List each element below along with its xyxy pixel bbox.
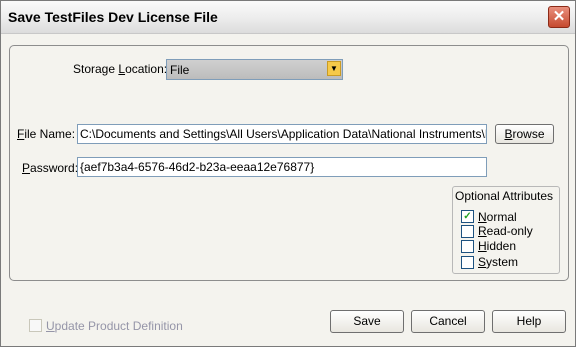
close-icon: ✕ [552,8,566,25]
normal-label: Normal [478,210,517,224]
checkmark-icon: ✓ [463,211,472,222]
read-only-checkbox[interactable] [461,225,474,238]
close-button[interactable]: ✕ [548,6,570,28]
password-label: Password: [22,161,79,175]
storage-location-label: Storage Location: [73,62,168,76]
system-checkbox[interactable] [461,256,474,269]
browse-button[interactable]: Browse [495,124,554,144]
chevron-down-icon[interactable]: ▼ [327,61,341,76]
hidden-checkbox[interactable] [461,240,474,253]
cancel-button[interactable]: Cancel [411,310,485,333]
password-input[interactable]: {aef7b3a4-6576-46d2-b23a-eeaa12e76877} [77,157,487,177]
storage-location-select[interactable]: File ▼ [166,59,343,80]
optional-attributes-title: Optional Attributes [455,189,554,203]
normal-checkbox[interactable]: ✓ [461,210,474,223]
save-license-dialog: Save TestFiles Dev License File ✕ Storag… [0,0,576,347]
dialog-title: Save TestFiles Dev License File [8,9,218,25]
read-only-label: Read-only [478,224,533,238]
help-button[interactable]: Help [492,310,566,333]
storage-location-value: File [170,63,190,77]
update-product-checkbox[interactable] [29,319,42,332]
file-name-input[interactable]: C:\Documents and Settings\All Users\Appl… [77,124,487,144]
hidden-label: Hidden [478,239,517,253]
save-button[interactable]: Save [330,310,404,333]
title-bar: Save TestFiles Dev License File ✕ [1,1,575,34]
system-label: System [478,255,519,269]
file-name-label: File Name: [17,127,76,141]
update-product-label: Update Product Definition [46,319,183,333]
